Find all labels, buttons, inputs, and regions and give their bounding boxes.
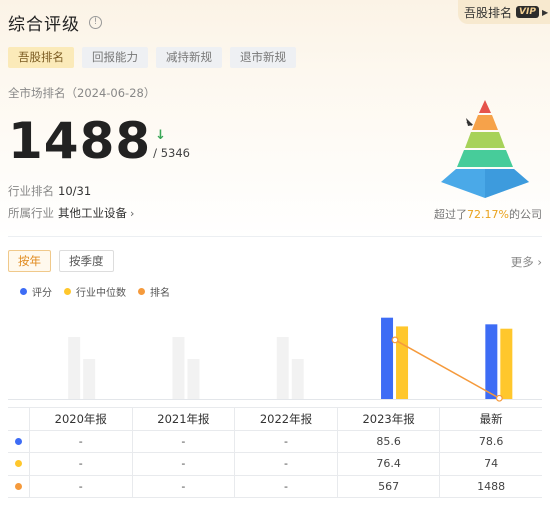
legend-item-score[interactable]: 评分 [20, 284, 52, 299]
table-cell: - [133, 430, 236, 452]
down-arrow-icon: ↓ [155, 128, 167, 143]
divider [8, 236, 542, 237]
pyramid-layer [465, 132, 505, 148]
legend-label: 行业中位数 [76, 288, 126, 299]
rank-total: / 5346 [153, 146, 190, 160]
pyramid-layer [479, 100, 491, 113]
legend-dot [20, 288, 27, 295]
more-label: 更多 [510, 255, 534, 269]
table-cell: - [235, 430, 338, 452]
vip-badge: VIP [516, 6, 539, 18]
chart-legend: 评分 行业中位数 排名 [20, 284, 170, 299]
exceed-suffix: 的公司 [508, 208, 542, 221]
table-cell: - [133, 453, 236, 475]
exceed-percentage: 72.17% [467, 208, 509, 221]
page-title: 综合评级 [8, 14, 80, 35]
brand-label: 吾股排名 [464, 5, 513, 20]
median-bar [500, 328, 513, 399]
legend-item-rank[interactable]: 排名 [138, 284, 170, 299]
table-cell: - [30, 430, 133, 452]
score-rank-chart [8, 317, 542, 402]
score-bar [381, 317, 394, 399]
table-cell: 85.6 [338, 430, 441, 452]
legend-dot [64, 288, 71, 295]
tab-bar: 吾股排名 回报能力 减持新规 退市新规 [8, 47, 296, 68]
placeholder-bar [291, 359, 304, 399]
score-bar [485, 324, 498, 399]
legend-label: 排名 [150, 288, 170, 299]
row-color-dot [15, 482, 22, 490]
placeholder-bar [68, 337, 81, 399]
industry-rank-value: 10/31 [58, 184, 92, 198]
period-yearly[interactable]: 按年 [8, 250, 51, 272]
table-header: 2022年报 [235, 408, 338, 430]
table-cell: 74 [484, 457, 499, 470]
period-toggle: 按年 按季度 [8, 250, 114, 272]
industry-rank-label: 行业排名 [8, 184, 54, 198]
page-header: 综合评级 ! [8, 10, 102, 35]
row-color-dot [15, 437, 22, 445]
table-header-row: 2020年报 2021年报 2022年报 2023年报 最新 [8, 408, 542, 431]
legend-label: 评分 [32, 288, 52, 299]
placeholder-bar [276, 337, 289, 399]
rank-number: 1488 [8, 112, 152, 170]
table-row: - - - 76.4 74 [8, 453, 542, 476]
row-color-dot [15, 460, 22, 468]
table-cell: 1488 [477, 479, 506, 493]
table-header: 2020年报 [30, 408, 133, 430]
pyramid-layer [457, 150, 513, 167]
exceed-prefix: 超过了 [434, 208, 467, 221]
tab-reduction-rules[interactable]: 减持新规 [156, 47, 222, 68]
table-header: 最新 [479, 412, 503, 426]
pyramid-layer [472, 115, 498, 130]
industry-value: 其他工业设备 [58, 206, 127, 220]
placeholder-bar [172, 337, 185, 399]
table-cell: - [235, 453, 338, 475]
chevron-right-icon: › [130, 207, 135, 220]
brand-ranking-button[interactable]: 吾股排名 VIP ▶ [458, 0, 550, 24]
tab-delisting-rules[interactable]: 退市新规 [230, 47, 296, 68]
placeholder-bar [187, 359, 200, 399]
data-table: 2020年报 2021年报 2022年报 2023年报 最新 - - - 85.… [8, 407, 542, 498]
table-cell: - [30, 453, 133, 475]
table-cell: - [133, 475, 236, 497]
table-cell: - [30, 475, 133, 497]
exceed-text: 超过了72.17%的公司 [434, 206, 542, 222]
rank-display: 1488 ↓ / 5346 [8, 108, 190, 168]
rank-point [391, 336, 399, 344]
pyramid-graphic [441, 100, 529, 198]
legend-item-median[interactable]: 行业中位数 [64, 284, 126, 299]
rank-line [394, 339, 500, 399]
table-header: 2023年报 [338, 408, 441, 430]
rank-point [495, 394, 503, 402]
table-cell: 567 [338, 475, 441, 497]
legend-dot [138, 288, 145, 295]
market-rank-subtitle: 全市场排名（2024-06-28） [8, 86, 156, 100]
industry-link[interactable]: 所属行业 其他工业设备 › [8, 205, 134, 221]
table-cell: 78.6 [478, 434, 504, 448]
period-quarterly[interactable]: 按季度 [59, 250, 114, 272]
table-cell: 76.4 [338, 453, 441, 475]
info-icon[interactable]: ! [89, 15, 102, 29]
tab-ranking[interactable]: 吾股排名 [8, 47, 74, 68]
table-row: - - - 85.6 78.6 [8, 430, 542, 453]
table-row: - - - 567 1488 [8, 475, 542, 498]
play-arrow-icon: ▶ [541, 7, 549, 17]
table-cell: - [235, 475, 338, 497]
chevron-right-icon: › [537, 255, 542, 269]
table-header: 2021年报 [133, 408, 236, 430]
more-link[interactable]: 更多 › [511, 254, 542, 270]
industry-rank: 行业排名 10/31 [8, 183, 91, 199]
median-bar [396, 326, 409, 399]
industry-label: 所属行业 [8, 206, 54, 220]
tab-return-ability[interactable]: 回报能力 [82, 47, 148, 68]
placeholder-bar [83, 359, 96, 399]
